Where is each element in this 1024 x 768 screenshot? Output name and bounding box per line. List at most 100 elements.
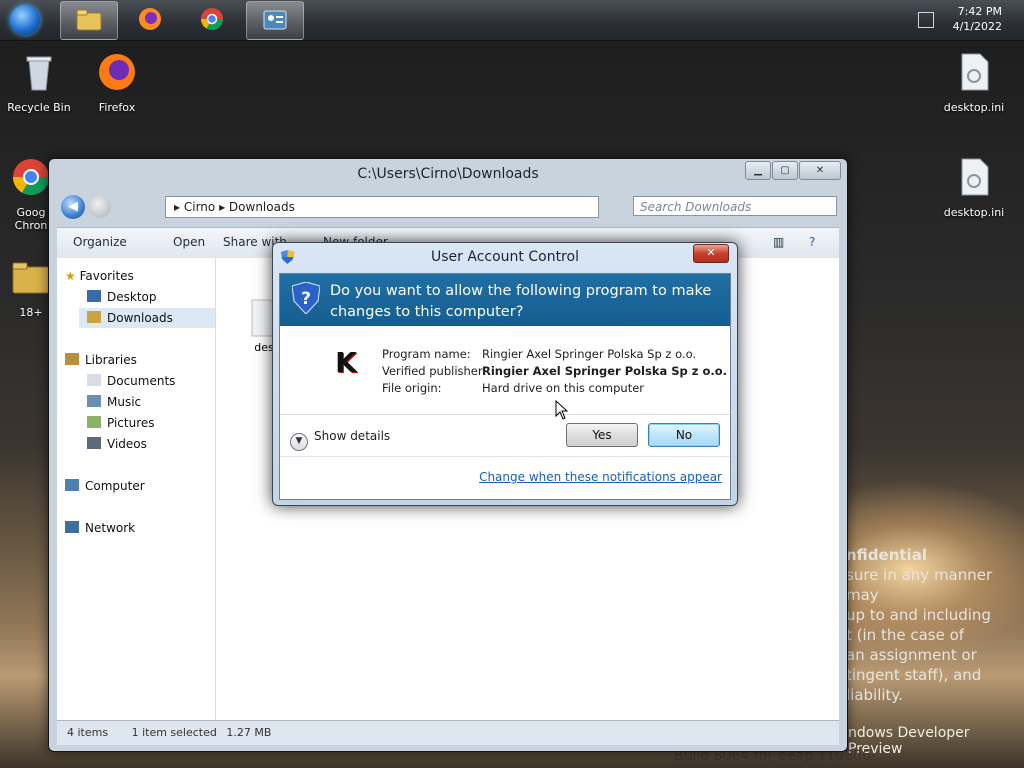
folder-icon — [76, 9, 102, 31]
status-bar: 4 items 1 item selected 1.27 MB — [57, 720, 839, 745]
desktop-icon-desktop-ini-2[interactable]: desktop.ini — [936, 155, 1012, 219]
forward-button[interactable] — [89, 196, 111, 218]
nav-computer[interactable]: Computer — [65, 476, 145, 496]
svg-text:?: ? — [301, 289, 311, 309]
videos-icon — [87, 437, 101, 449]
desktop-icon — [87, 290, 101, 302]
address-bar[interactable]: ▸ Cirno ▸ Downloads — [165, 196, 599, 218]
downloads-folder-icon — [87, 311, 101, 323]
libraries-icon — [65, 353, 79, 365]
breadcrumb-downloads[interactable]: Downloads — [229, 200, 295, 214]
window-title: C:\Users\Cirno\Downloads — [357, 166, 539, 182]
show-details-label: Show details — [314, 429, 391, 443]
navigation-bar: ◀ ▸ Cirno ▸ Downloads Search Downloads — [57, 193, 839, 221]
publisher-label: Verified publisher: — [382, 364, 487, 378]
start-button[interactable] — [4, 2, 44, 38]
settings-file-icon — [961, 53, 989, 91]
publisher-value: Ringier Axel Springer Polska Sp z o.o. — [482, 364, 727, 378]
nav-videos[interactable]: Videos — [87, 434, 147, 454]
desktop-icon-label: desktop.ini — [943, 101, 1005, 114]
watermark-line: an assignment or — [846, 646, 977, 664]
control-panel-icon — [263, 10, 287, 30]
nav-favorites[interactable]: ★ Favorites — [65, 266, 134, 286]
dialog-title: User Account Control — [431, 249, 579, 265]
dialog-header: ? Do you want to allow the following pro… — [280, 274, 730, 326]
nav-downloads[interactable]: Downloads — [79, 308, 215, 328]
file-origin-label: File origin: — [382, 381, 442, 395]
nav-pictures[interactable]: Pictures — [87, 413, 155, 433]
windows-logo-icon — [10, 5, 40, 35]
desktop-icon-desktop-ini-1[interactable]: desktop.ini — [936, 50, 1012, 114]
recycle-bin-icon — [26, 56, 52, 91]
settings-file-icon — [961, 158, 989, 196]
no-button[interactable]: No — [648, 423, 720, 447]
organize-button[interactable]: Organize — [73, 235, 127, 249]
nav-label: Libraries — [85, 353, 137, 367]
nav-label: Desktop — [107, 290, 157, 304]
computer-icon — [65, 479, 79, 491]
nav-music[interactable]: Music — [87, 392, 141, 412]
nav-libraries[interactable]: Libraries — [65, 350, 137, 370]
clock-date: 4/1/2022 — [952, 20, 1002, 33]
nav-label: Pictures — [107, 416, 155, 430]
desktop-icon-label: Firefox — [98, 101, 136, 114]
dialog-body: ? Do you want to allow the following pro… — [279, 273, 731, 500]
maximize-button[interactable]: ▢ — [772, 161, 798, 180]
clock-time: 7:42 PM — [957, 5, 1002, 18]
desktop-icon-firefox[interactable]: Firefox — [79, 50, 155, 114]
navigation-pane: ★ Favorites Desktop Downloads Libraries … — [57, 258, 216, 720]
open-button[interactable]: Open — [173, 235, 205, 249]
divider — [280, 456, 730, 457]
clock[interactable]: 7:42 PM 4/1/2022 — [953, 4, 1002, 34]
network-icon[interactable] — [918, 12, 934, 28]
notification-settings-link[interactable]: Change when these notifications appear — [479, 470, 722, 484]
music-icon — [87, 395, 101, 407]
item-count: 4 items — [67, 726, 109, 739]
close-button[interactable]: ✕ — [799, 161, 841, 180]
program-k-icon: KK — [336, 348, 358, 378]
watermark-line: liability. — [846, 686, 903, 704]
divider — [280, 414, 730, 415]
search-input[interactable]: Search Downloads — [633, 196, 837, 216]
star-icon: ★ — [65, 269, 80, 283]
firefox-icon — [139, 8, 161, 30]
nav-label: Network — [85, 521, 136, 535]
desktop-icon-label: desktop.ini — [943, 206, 1005, 219]
chrome-icon — [12, 159, 50, 196]
nav-network[interactable]: Network — [65, 518, 135, 538]
nav-label: Documents — [107, 374, 176, 388]
show-details-toggle[interactable]: ▼ Show details — [290, 427, 390, 451]
back-button[interactable]: ◀ — [61, 195, 85, 219]
documents-icon — [87, 374, 101, 386]
chrome-icon — [201, 8, 223, 30]
nav-label: Downloads — [107, 311, 173, 325]
nav-documents[interactable]: Documents — [87, 371, 175, 391]
selected-count: 1 item selected — [131, 726, 217, 739]
explorer-taskbar-button[interactable] — [60, 1, 118, 40]
desktop-icon-label: Recycle Bin — [7, 101, 71, 114]
taskbar: 7:42 PM 4/1/2022 — [0, 0, 1024, 41]
program-name-label: Program name: — [382, 347, 471, 361]
network-icon — [65, 521, 79, 533]
uac-dialog: User Account Control ✕ ? Do you want to … — [272, 242, 738, 506]
nav-desktop[interactable]: Desktop — [87, 287, 157, 307]
chevron-right-icon: ▸ — [174, 200, 181, 214]
preview-pane-icon[interactable]: ▥ — [773, 235, 784, 249]
yes-button[interactable]: Yes — [566, 423, 638, 447]
breadcrumb-cirno[interactable]: Cirno — [184, 200, 215, 214]
help-icon[interactable]: ? — [809, 235, 815, 249]
nav-label: Computer — [85, 479, 145, 493]
watermark-line: up to and including — [846, 606, 991, 624]
nav-label: Videos — [107, 437, 147, 451]
close-button[interactable]: ✕ — [693, 244, 729, 263]
watermark-line: tingent staff), and — [846, 666, 982, 684]
minimize-button[interactable]: ▁ — [745, 161, 771, 180]
folder-icon — [12, 262, 50, 294]
chrome-taskbar-button[interactable] — [184, 1, 240, 38]
control-panel-taskbar-button[interactable] — [246, 1, 304, 40]
shield-question-icon: ? — [292, 282, 320, 314]
system-tray: 7:42 PM 4/1/2022 — [914, 0, 1024, 40]
desktop-icon-recycle-bin[interactable]: Recycle Bin — [1, 50, 77, 114]
program-info: Program name: Ringier Axel Springer Polsk… — [382, 346, 727, 397]
firefox-taskbar-button[interactable] — [122, 1, 178, 38]
